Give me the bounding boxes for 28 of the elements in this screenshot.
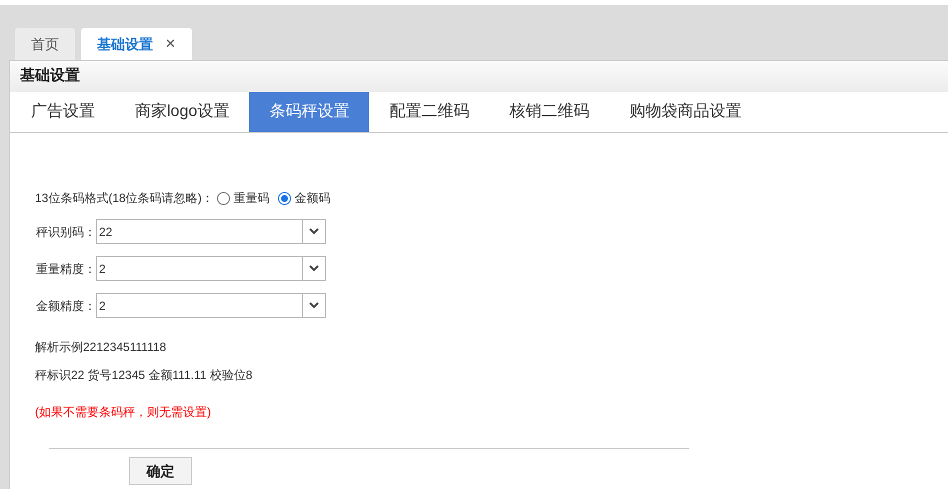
panel-title: 基础设置 (10, 61, 948, 92)
select-field[interactable]: 22 (96, 219, 326, 244)
radio-label: 金额码 (294, 190, 331, 207)
field-label: 重量精度： (35, 260, 96, 278)
select-field[interactable]: 2 (96, 293, 326, 318)
field-label: 金额精度： (35, 298, 96, 314)
radio-button[interactable] (278, 192, 291, 204)
radio-button[interactable] (216, 192, 230, 204)
chevron-down-icon (309, 302, 319, 309)
field-label: 秤识别码： (35, 224, 96, 240)
tab[interactable]: 广告设置 (11, 92, 115, 132)
confirm-button[interactable]: 确定 (129, 457, 192, 485)
tab[interactable]: 配置二维码 (369, 92, 490, 132)
note-text: (如果不需要条码秤，则无需设置) (35, 404, 212, 421)
page-tab[interactable]: 基础设置 ✕ (81, 28, 192, 60)
radio-label: 重量码 (234, 190, 270, 207)
close-icon[interactable]: ✕ (165, 34, 176, 54)
example-text: 解析示例2212345111118 (35, 339, 168, 356)
tab[interactable]: 购物袋商品设置 (609, 92, 762, 132)
tab[interactable]: 条码秤设置 (249, 92, 370, 132)
tab[interactable]: 核销二维码 (489, 92, 610, 132)
chevron-down-icon (309, 228, 319, 235)
format-label: 13位条码格式(18位条码请忽略)： (35, 190, 214, 207)
select-field[interactable]: 2 (96, 256, 326, 281)
tab[interactable]: 商家logo设置 (115, 92, 250, 132)
example-detail: 秤标识22 货号12345 金额111.11 校验位8 (35, 367, 254, 384)
page-tab[interactable]: 首页 (15, 28, 75, 60)
chevron-down-icon (309, 265, 319, 272)
